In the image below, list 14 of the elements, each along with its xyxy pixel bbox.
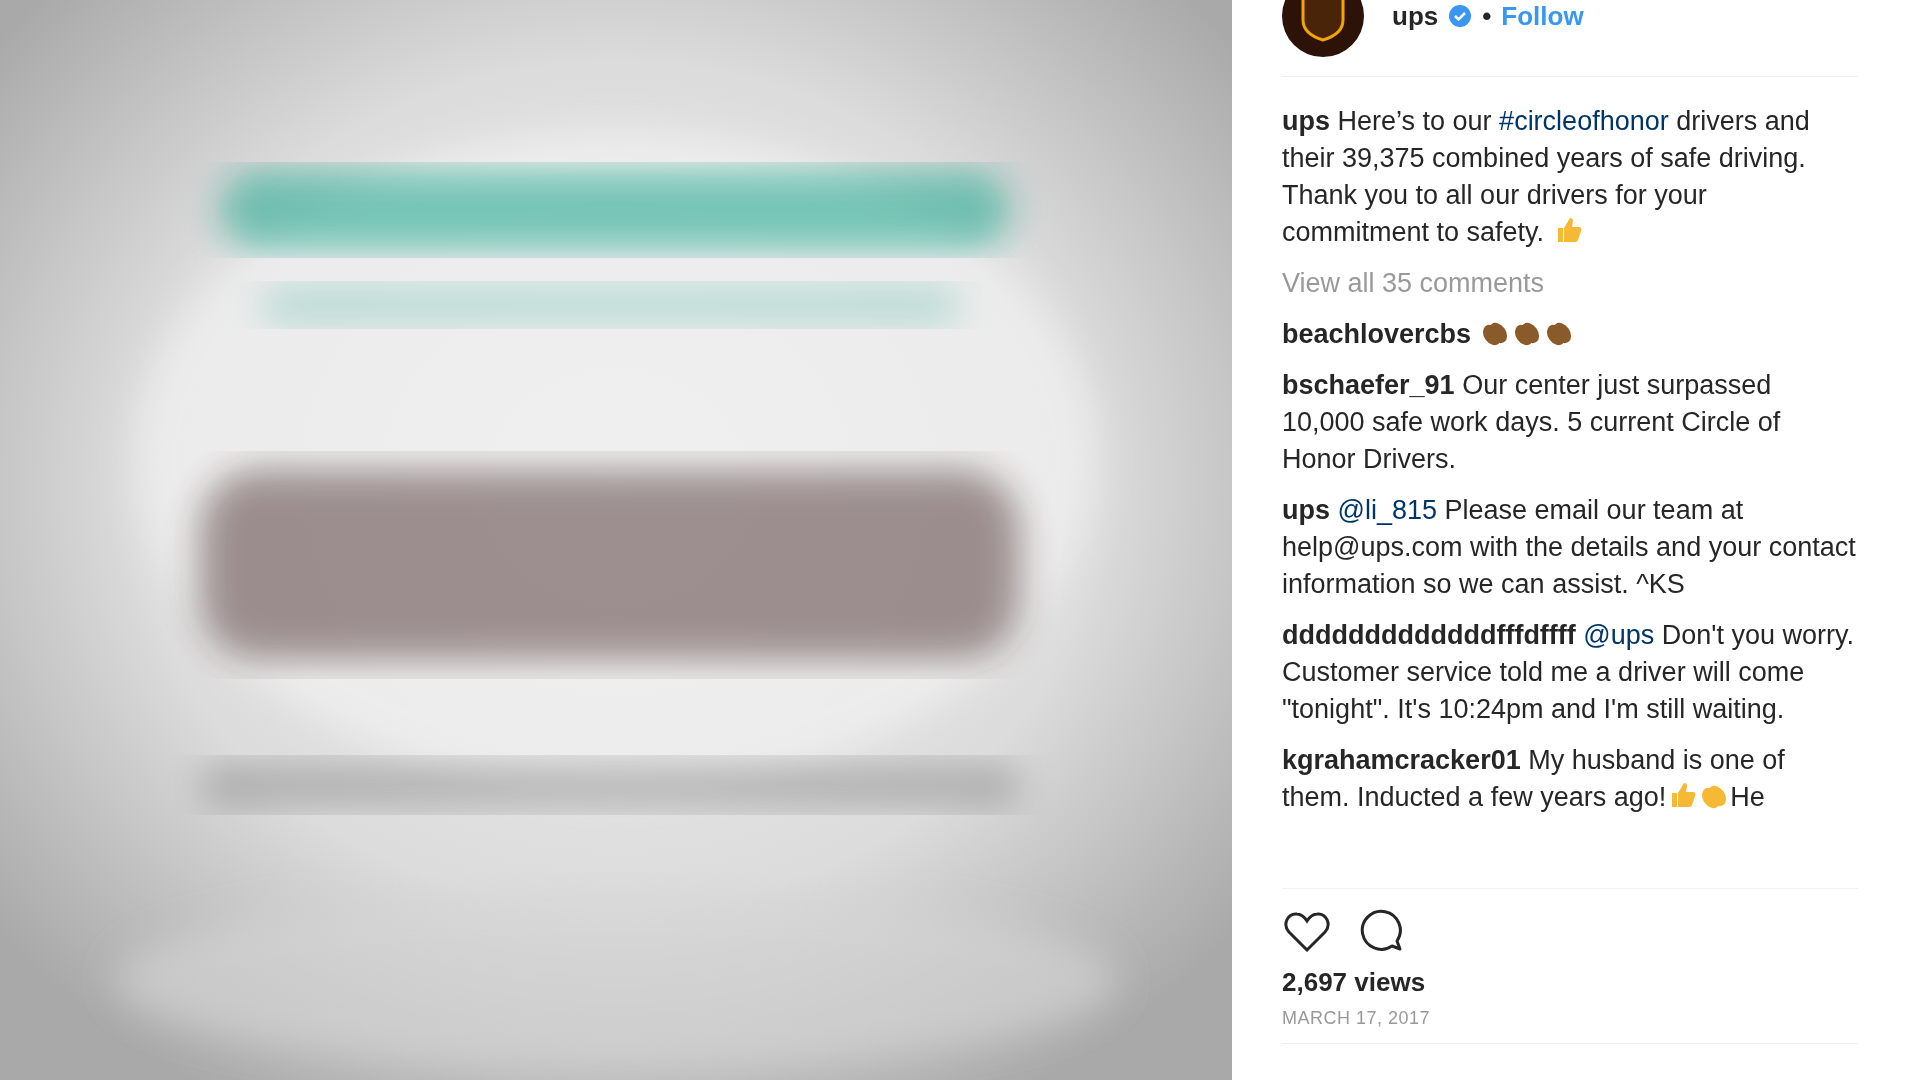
separator-dot: • — [1482, 0, 1492, 32]
comment-text: bschaefer_91 Our center just surpassed 10,000 safe work days. 5 current Circle of Honor Drivers. — [1282, 369, 1782, 476]
mention-link[interactable]: @ups — [1583, 620, 1655, 650]
author-name[interactable]: ups — [1392, 0, 1439, 32]
comment-text: beachlovercbs — [1282, 316, 1858, 353]
views-count: 2,697 views — [1282, 967, 1427, 998]
caption-text: ups Here’s to our #circleofhonor drivers and their 39,375 combined years of safe driving. Thank you to all our drivers for your commitment to safety. — [1282, 105, 1811, 249]
comment-text: kgrahamcracker01 My husband is one of them. Inducted a few years ago! He — [1282, 744, 1786, 814]
post-date: MARCH 17, 2017 — [1282, 1008, 1432, 1029]
mention-link[interactable]: @li_815 — [1337, 495, 1437, 525]
comment-text: ups @li_815 Please email our team at help@ups.com with the details and your contact information so we can assist. ^KS — [1282, 494, 1857, 601]
shield-logo-icon — [1300, 0, 1346, 42]
comment-text: dddddddddddddfffdffff @ups Don't you worry. Customer service told me a driver will come "tonight". It's 10:24pm and I'm still waiting. — [1282, 619, 1856, 726]
hashtag-link[interactable]: #circleofhonor — [1499, 106, 1669, 136]
